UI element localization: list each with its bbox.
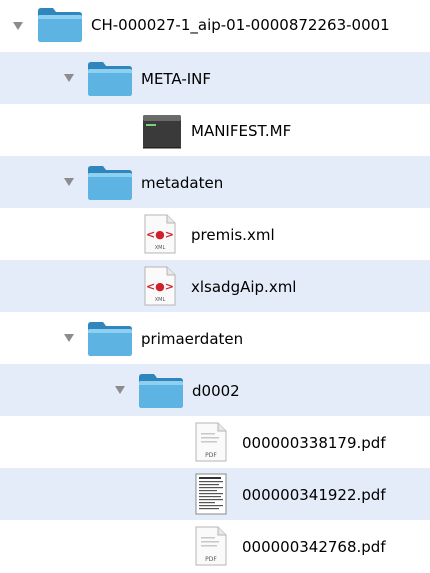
file-label: MANIFEST.MF (191, 122, 292, 140)
folder-icon (37, 5, 83, 43)
tree-row-xlsadgaip[interactable]: <●> XML xlsadgAip.xml (0, 260, 430, 312)
pdf-file-icon: PDF (194, 526, 228, 566)
folder-label: META-INF (141, 70, 212, 88)
tree-row-meta-inf[interactable]: META-INF (0, 52, 430, 104)
file-label: premis.xml (191, 226, 275, 244)
tree-row-pdf-2[interactable]: 000000341922.pdf (0, 468, 430, 520)
tree-row-d0002[interactable]: d0002 (0, 364, 430, 416)
folder-label: metadaten (141, 174, 224, 192)
tree-row-primaerdaten[interactable]: primaerdaten (0, 312, 430, 364)
pdf-file-icon: PDF (194, 422, 228, 462)
tree-row-pdf-3[interactable]: PDF 000000342768.pdf (0, 520, 430, 572)
file-label: 000000341922.pdf (242, 486, 386, 504)
xml-file-icon: <●> XML (143, 266, 177, 306)
disclosure-triangle-icon[interactable] (115, 386, 125, 394)
folder-icon (138, 371, 184, 409)
document-preview-icon (195, 473, 227, 515)
terminal-file-icon (142, 112, 182, 150)
file-label: 000000342768.pdf (242, 538, 386, 556)
tree-row-manifest[interactable]: MANIFEST.MF (0, 104, 430, 156)
file-tree: CH-000027-1_aip-01-0000872263-0001 META-… (0, 0, 430, 573)
svg-text:XML: XML (155, 297, 166, 303)
tree-row-root[interactable]: CH-000027-1_aip-01-0000872263-0001 (0, 0, 430, 52)
svg-text:PDF: PDF (205, 556, 217, 563)
disclosure-triangle-icon[interactable] (64, 178, 74, 186)
file-label: 000000338179.pdf (242, 434, 386, 452)
folder-label: primaerdaten (141, 330, 244, 348)
folder-icon (87, 319, 133, 357)
folder-label: d0002 (192, 382, 240, 400)
svg-text:<●>: <●> (146, 280, 174, 293)
folder-label: CH-000027-1_aip-01-0000872263-0001 (91, 16, 390, 34)
svg-text:PDF: PDF (205, 452, 217, 459)
tree-row-premis[interactable]: <●> XML premis.xml (0, 208, 430, 260)
svg-text:XML: XML (155, 245, 166, 251)
folder-icon (87, 59, 133, 97)
tree-row-pdf-1[interactable]: PDF 000000338179.pdf (0, 416, 430, 468)
disclosure-triangle-icon[interactable] (64, 74, 74, 82)
xml-file-icon: <●> XML (143, 214, 177, 254)
tree-row-metadaten[interactable]: metadaten (0, 156, 430, 208)
folder-icon (87, 163, 133, 201)
disclosure-triangle-icon[interactable] (13, 22, 23, 30)
disclosure-triangle-icon[interactable] (64, 334, 74, 342)
file-label: xlsadgAip.xml (191, 278, 297, 296)
svg-text:<●>: <●> (146, 228, 174, 241)
